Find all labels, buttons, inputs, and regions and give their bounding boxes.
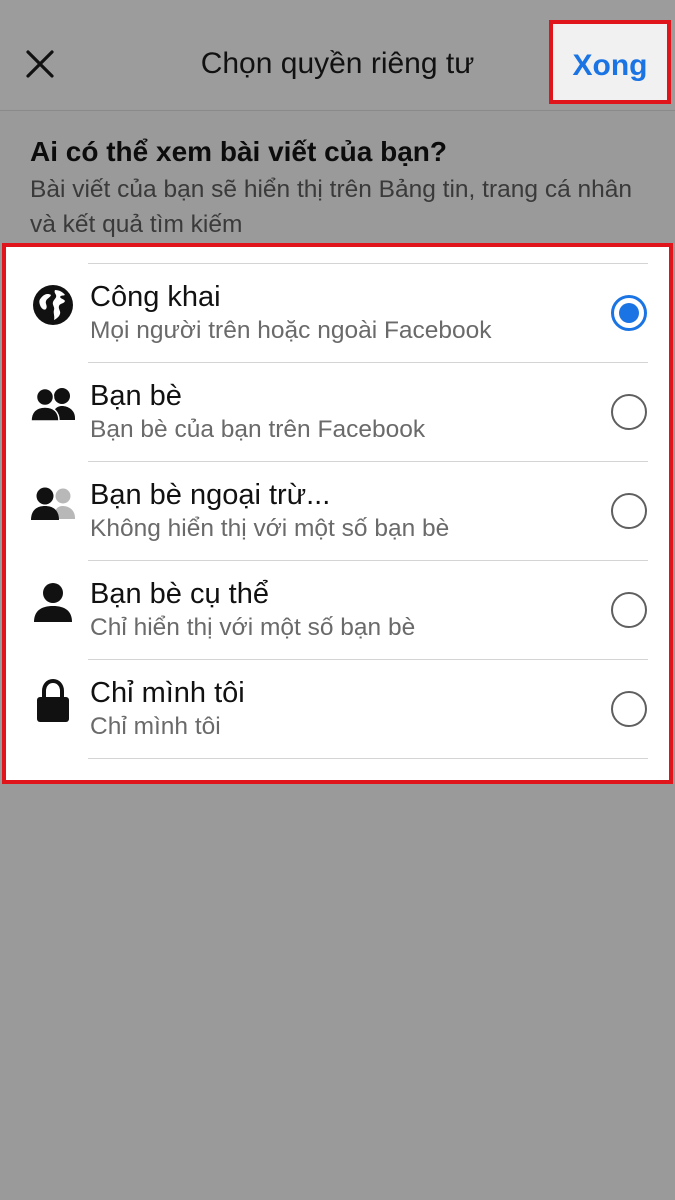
- option-only-me[interactable]: Chỉ mình tôi Chỉ mình tôi: [6, 660, 669, 758]
- option-friends-except-label: Bạn bè ngoại trừ...: [90, 479, 331, 511]
- option-only-me-description: Chỉ mình tôi: [90, 713, 221, 740]
- friends-except-icon: [30, 480, 76, 526]
- option-specific-friends-description: Chỉ hiển thị với một số bạn bè: [90, 614, 416, 641]
- option-specific-friends[interactable]: Bạn bè cụ thể Chỉ hiển thị với một số bạ…: [6, 561, 669, 659]
- option-friends-description: Bạn bè của bạn trên Facebook: [90, 416, 426, 443]
- radio-friends-except[interactable]: [611, 493, 647, 529]
- lock-icon: [30, 678, 76, 724]
- done-button[interactable]: Xong: [549, 20, 671, 104]
- divider: [88, 758, 648, 759]
- done-button-label: Xong: [572, 49, 648, 82]
- option-friends[interactable]: Bạn bè Bạn bè của bạn trên Facebook: [6, 363, 669, 461]
- radio-friends[interactable]: [611, 394, 647, 430]
- option-public[interactable]: Công khai Mọi người trên hoặc ngoài Face…: [6, 264, 669, 362]
- radio-specific-friends[interactable]: [611, 592, 647, 628]
- option-friends-except-description: Không hiển thị với một số bạn bè: [90, 515, 450, 542]
- globe-icon: [30, 282, 76, 328]
- question-title: Ai có thể xem bài viết của bạn?: [30, 136, 448, 167]
- radio-only-me[interactable]: [611, 691, 647, 727]
- friends-icon: [30, 381, 76, 427]
- header-bar: Chọn quyền riêng tư Xong: [0, 0, 675, 111]
- option-friends-except[interactable]: Bạn bè ngoại trừ... Không hiển thị với m…: [6, 462, 669, 560]
- option-public-label: Công khai: [90, 281, 221, 313]
- privacy-options-list: Công khai Mọi người trên hoặc ngoài Face…: [2, 243, 673, 784]
- option-friends-label: Bạn bè: [90, 380, 182, 412]
- person-icon: [30, 579, 76, 625]
- option-specific-friends-label: Bạn bè cụ thể: [90, 578, 269, 610]
- option-only-me-label: Chỉ mình tôi: [90, 677, 245, 709]
- question-description: Bài viết của bạn sẽ hiển thị trên Bảng t…: [30, 176, 633, 238]
- radio-public[interactable]: [611, 295, 647, 331]
- option-public-description: Mọi người trên hoặc ngoài Facebook: [90, 317, 492, 344]
